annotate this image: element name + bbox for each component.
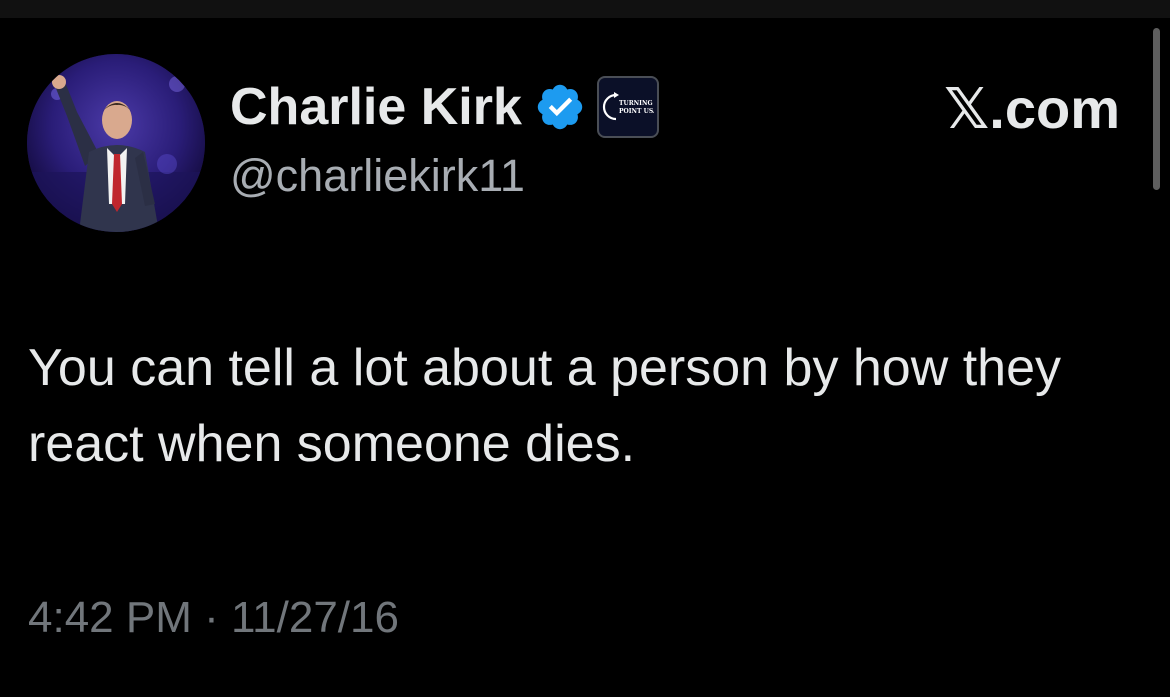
display-name[interactable]: Charlie Kirk <box>230 76 522 138</box>
avatar[interactable] <box>27 54 205 232</box>
scrollbar[interactable] <box>1153 28 1160 190</box>
source-label[interactable]: 𝕏.com <box>944 78 1120 140</box>
top-strip <box>0 0 1170 18</box>
tweet-text: You can tell a lot about a person by how… <box>28 339 1062 473</box>
svg-text:TURNING: TURNING <box>619 100 653 107</box>
affiliate-logo[interactable]: TURNING POINT USA <box>596 76 659 138</box>
avatar-image <box>27 54 205 232</box>
svg-text:POINT USA: POINT USA <box>619 108 654 115</box>
timestamp[interactable]: 4:42 PM · 11/27/16 <box>28 590 399 646</box>
tweet-header: Charlie Kirk TURNING POINT USA @charliek… <box>230 76 659 204</box>
verified-badge-icon[interactable] <box>534 81 586 133</box>
handle[interactable]: @charliekirk11 <box>230 148 659 204</box>
turning-point-usa-logo-icon: TURNING POINT USA <box>602 92 654 121</box>
name-row: Charlie Kirk TURNING POINT USA <box>230 76 659 138</box>
